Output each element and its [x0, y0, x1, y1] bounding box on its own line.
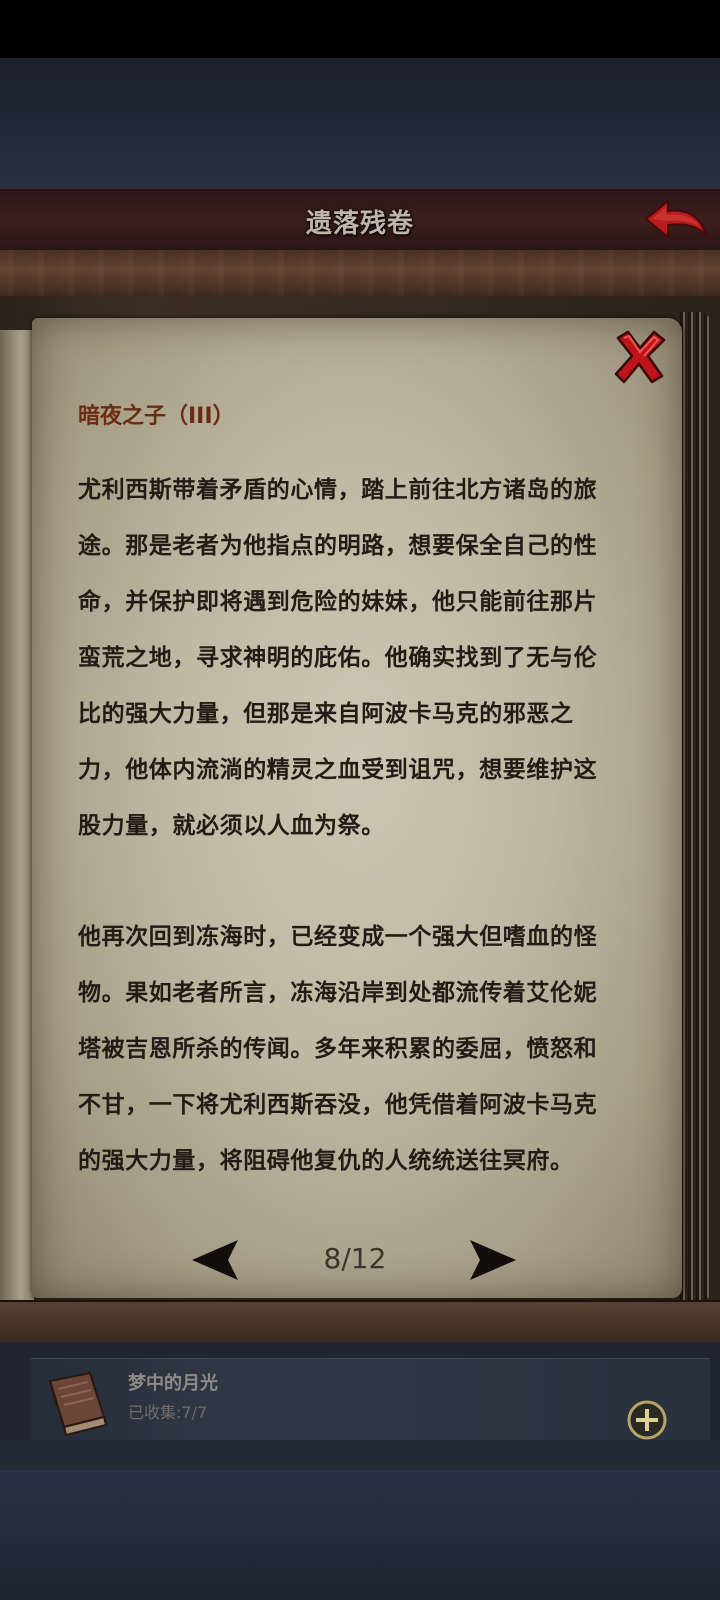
chapter-title: 暗夜之子（III）	[78, 404, 235, 429]
close-button[interactable]	[612, 328, 668, 386]
collection-item[interactable]: 梦中的月光 已收集:7/7	[30, 1358, 710, 1441]
status-bar	[0, 0, 720, 58]
book-left-page	[0, 330, 36, 1305]
back-arrow-icon	[644, 198, 707, 240]
prev-page-icon	[192, 1240, 238, 1280]
story-paragraph: 尤利西斯带着矛盾的心情，踏上前往北方诸岛的旅途。那是老者为他指点的明路，想要保全…	[78, 477, 598, 839]
book-bottom-binding	[0, 1300, 720, 1342]
story-paragraph: 他再次回到冻海时，已经变成一个强大但嗜血的怪物。果如老者所言，冻海沿岸到处都流传…	[78, 924, 598, 1174]
page-indicator: 8/12	[323, 1242, 387, 1275]
background-top	[0, 58, 720, 188]
back-button[interactable]	[642, 195, 710, 245]
next-page-icon	[470, 1240, 516, 1280]
add-button[interactable]	[626, 1399, 668, 1441]
collection-name: 梦中的月光	[128, 1373, 218, 1394]
shelf-beam	[0, 250, 720, 298]
pagination: 8/12	[190, 1230, 520, 1290]
bottom-panel	[0, 1440, 720, 1470]
book-icon	[42, 1367, 112, 1441]
collection-status: 已收集:7/7	[128, 1403, 208, 1422]
next-page-button[interactable]	[466, 1238, 518, 1282]
title-bar: 遗落残卷	[0, 188, 720, 253]
background-bottom	[0, 1470, 720, 1600]
plus-circle-icon	[627, 1400, 667, 1440]
close-x-icon	[614, 330, 666, 384]
prev-page-button[interactable]	[190, 1238, 242, 1282]
book-page-edges	[680, 312, 710, 1302]
page-title: 遗落残卷	[305, 209, 414, 239]
